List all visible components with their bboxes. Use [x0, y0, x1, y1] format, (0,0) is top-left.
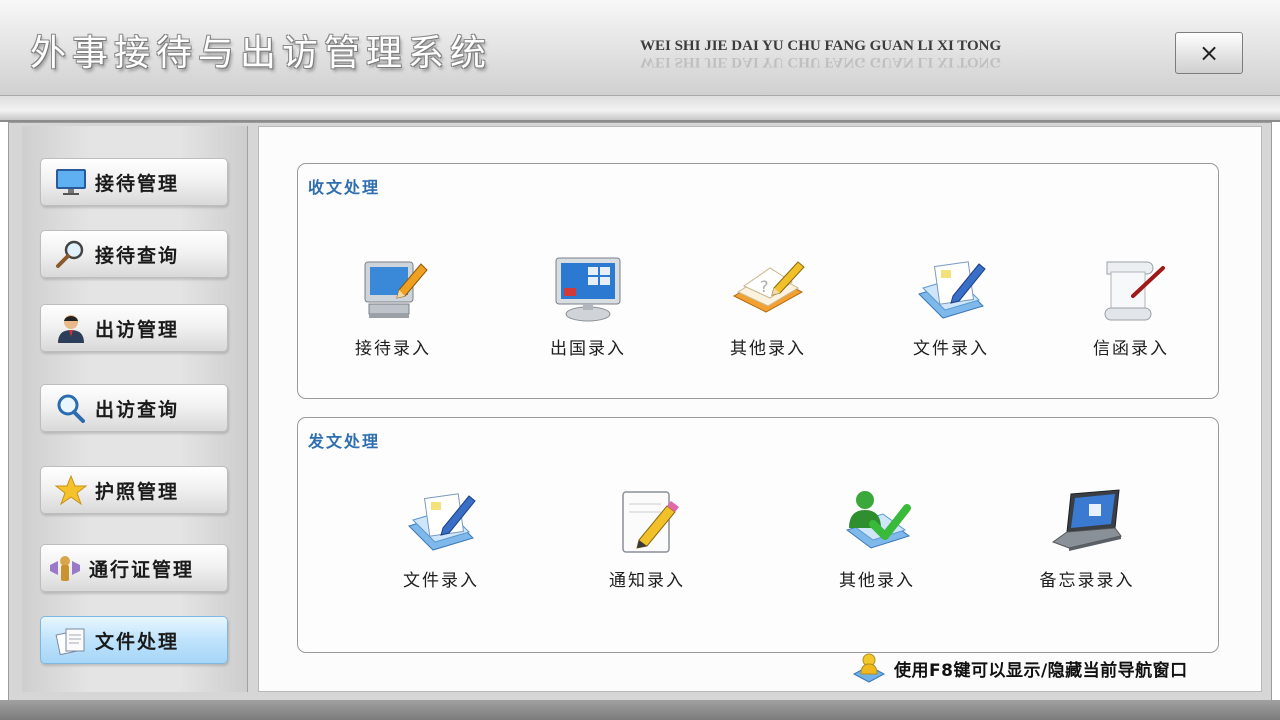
sidebar-item-visit-management[interactable]: 出访管理	[40, 304, 228, 352]
svg-text:?: ?	[760, 277, 769, 296]
pinyin-subtitle: WEI SHI JIE DAI YU CHU FANG GUAN LI XI T…	[640, 38, 1001, 70]
tile-file-entry[interactable]: 文件录入	[886, 252, 1016, 359]
sidebar-item-visit-query[interactable]: 出访查询	[40, 384, 228, 432]
group-title: 收文处理	[308, 178, 381, 197]
tile-label: 文件录入	[403, 571, 479, 591]
main-panel: 收文处理 接待录入 出国录入 ? 其他录入 文件录入 信函录入 发文处理 文件录…	[258, 126, 1262, 692]
tile-other-entry[interactable]: ? 其他录入	[703, 252, 833, 359]
receive-document-group: 收文处理 接待录入 出国录入 ? 其他录入 文件录入 信函录入	[297, 163, 1219, 399]
sidebar-item-pass-management[interactable]: 通行证管理	[40, 544, 228, 592]
close-button[interactable]: ×	[1175, 32, 1243, 74]
tile-label: 信函录入	[1093, 339, 1169, 359]
tile-send-file-entry[interactable]: 文件录入	[376, 484, 506, 591]
scroll-pen-icon	[1104, 261, 1165, 321]
send-document-group: 发文处理 文件录入 通知录入 其他录入 备忘录录入	[297, 417, 1219, 653]
notebook-pencil-icon: ?	[732, 261, 805, 313]
monitor-icon	[53, 166, 89, 198]
bottom-border	[0, 700, 1280, 720]
tile-label: 出国录入	[550, 339, 626, 359]
star-icon	[53, 474, 89, 506]
tile-label: 备忘录录入	[1039, 571, 1135, 591]
app-title: 外事接待与出访管理系统	[30, 33, 493, 74]
sidebar-item-reception-management[interactable]: 接待管理	[40, 158, 228, 206]
tile-letter-entry[interactable]: 信函录入	[1066, 252, 1196, 359]
tile-label: 其他录入	[839, 571, 915, 591]
info-user-icon	[852, 653, 886, 683]
tile-label: 接待录入	[355, 339, 431, 359]
f8-hint: 使用F8键可以显示/隐藏当前导航窗口	[852, 650, 1188, 686]
tile-send-other-entry[interactable]: 其他录入	[812, 484, 942, 591]
document-pen-icon	[408, 493, 476, 551]
sidebar-item-label: 出访管理	[95, 318, 180, 341]
sidebar: 接待管理 接待查询 出访管理 出访查询 护照管理 通行证管理 文件处理	[22, 126, 248, 692]
tile-label: 其他录入	[730, 339, 806, 359]
sidebar-item-label: 接待管理	[95, 172, 180, 195]
sidebar-item-label: 接待查询	[95, 244, 180, 267]
computer-pencil-icon	[364, 261, 428, 318]
tile-label: 文件录入	[913, 339, 989, 359]
laptop-icon	[1051, 489, 1122, 551]
sidebar-item-label: 出访查询	[95, 398, 180, 421]
monitor-screen-icon	[555, 257, 621, 322]
header-band	[0, 96, 1280, 122]
close-icon: ×	[1198, 39, 1220, 67]
sidebar-item-document-processing[interactable]: 文件处理	[40, 616, 228, 664]
user-check-icon	[845, 491, 911, 549]
user-icon	[53, 312, 89, 344]
note-pencil-icon	[622, 491, 679, 553]
sidebar-item-label: 文件处理	[95, 630, 180, 653]
tile-abroad-entry[interactable]: 出国录入	[523, 252, 653, 359]
title-bar: 外事接待与出访管理系统 WEI SHI JIE DAI YU CHU FANG …	[0, 0, 1280, 96]
sidebar-item-label: 护照管理	[95, 480, 180, 503]
sidebar-item-passport-management[interactable]: 护照管理	[40, 466, 228, 514]
tile-notice-entry[interactable]: 通知录入	[582, 484, 712, 591]
document-pen-icon	[918, 261, 986, 319]
hint-text: 使用F8键可以显示/隐藏当前导航窗口	[894, 660, 1188, 681]
tile-label: 通知录入	[609, 571, 685, 591]
search-icon	[53, 392, 89, 424]
magnifier-icon	[53, 238, 89, 270]
tile-reception-entry[interactable]: 接待录入	[328, 252, 458, 359]
group-title: 发文处理	[308, 432, 381, 451]
badge-icon	[47, 552, 83, 584]
sidebar-item-reception-query[interactable]: 接待查询	[40, 230, 228, 278]
sidebar-item-label: 通行证管理	[89, 558, 195, 581]
tile-memo-entry[interactable]: 备忘录录入	[1022, 484, 1152, 591]
pinyin-reflection: WEI SHI JIE DAI YU CHU FANG GUAN LI XI T…	[640, 54, 1002, 70]
documents-icon	[53, 624, 89, 656]
